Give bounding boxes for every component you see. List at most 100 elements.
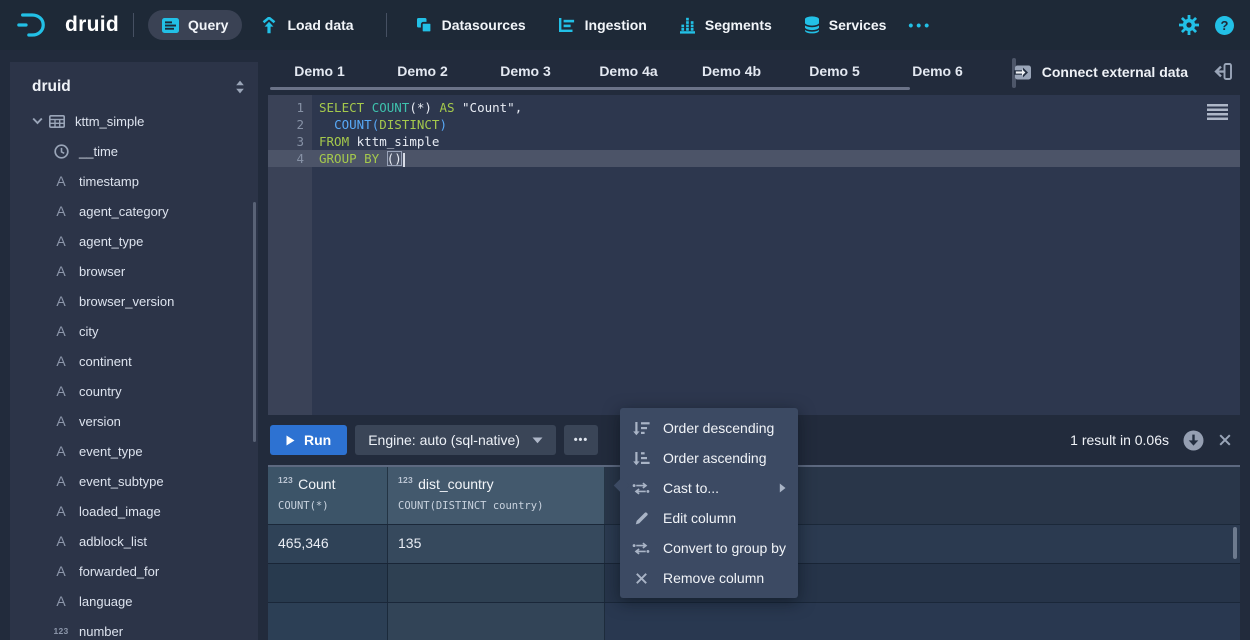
sort-icon[interactable] — [235, 80, 245, 94]
run-label: Run — [304, 432, 331, 448]
tab-scrollbar[interactable] — [270, 87, 910, 90]
tab-demo-6[interactable]: Demo 6 — [886, 56, 989, 88]
nav-item-segments[interactable]: Segments — [665, 10, 786, 41]
tab-demo-4b[interactable]: Demo 4b — [680, 56, 783, 88]
cast-icon — [632, 482, 650, 495]
sidebar-scrollbar[interactable] — [253, 202, 256, 442]
menu-item-order-ascending[interactable]: Order ascending — [620, 443, 798, 473]
column-name: continent — [79, 354, 132, 369]
menu-item-remove-column[interactable]: Remove column — [620, 563, 798, 593]
sidebar-item-number[interactable]: 123number — [10, 616, 258, 640]
nav-item-label: Load data — [287, 17, 353, 33]
nav-item-ingestion[interactable]: Ingestion — [544, 10, 661, 40]
sidebar-item-language[interactable]: Alanguage — [10, 586, 258, 616]
sidebar-item-adblock-list[interactable]: Aadblock_list — [10, 526, 258, 556]
nav-more-button[interactable]: ••• — [908, 17, 932, 33]
sidebar-item-browser-version[interactable]: Abrowser_version — [10, 286, 258, 316]
column-name: language — [79, 594, 133, 609]
menu-item-order-descending[interactable]: Order descending — [620, 413, 798, 443]
sidebar-item-browser[interactable]: Abrowser — [10, 256, 258, 286]
column-header-title: 123Count — [278, 475, 377, 494]
string-column-icon: A — [52, 323, 70, 339]
code-line: GROUP BY () — [312, 150, 405, 167]
menu-item-edit-column[interactable]: Edit column — [620, 503, 798, 533]
gear-icon[interactable] — [1179, 15, 1199, 35]
column-name: number — [79, 624, 123, 639]
string-column-icon: A — [52, 293, 70, 309]
result-cell[interactable]: 465,346 — [268, 525, 388, 563]
editor-menu-icon[interactable] — [1207, 104, 1228, 120]
console-icon — [162, 18, 179, 33]
menu-item-label: Convert to group by — [663, 540, 786, 556]
menu-item-label: Order descending — [663, 420, 774, 436]
sidebar-item-time[interactable]: __time — [10, 136, 258, 166]
string-column-icon: A — [52, 383, 70, 399]
tab-demo-5[interactable]: Demo 5 — [783, 56, 886, 88]
sidebar-item-forwarded-for[interactable]: Aforwarded_for — [10, 556, 258, 586]
open-panel-icon[interactable] — [1213, 63, 1232, 80]
nav-item-services[interactable]: Services — [790, 9, 901, 41]
nav-item-label: Segments — [705, 17, 772, 33]
close-results-icon[interactable] — [1218, 433, 1232, 447]
column-expression: COUNT(DISTINCT country) — [398, 500, 594, 512]
download-icon[interactable] — [1183, 430, 1204, 451]
string-column-icon: A — [52, 473, 70, 489]
column-name: browser — [79, 264, 125, 279]
editor-line-4: 4GROUP BY () — [268, 150, 1240, 167]
sidebar-item-event-type[interactable]: Aevent_type — [10, 436, 258, 466]
druid-brand[interactable]: druid — [16, 10, 119, 40]
sidebar-item-event-subtype[interactable]: Aevent_subtype — [10, 466, 258, 496]
column-context-menu: Order descending Order ascending Cast to..… — [620, 408, 798, 598]
sidebar-item-kttm-simple[interactable]: kttm_simple — [10, 106, 258, 136]
code-line: FROM kttm_simple — [312, 133, 439, 150]
sidebar-item-city[interactable]: Acity — [10, 316, 258, 346]
line-number: 1 — [268, 99, 312, 116]
time-column-icon — [52, 144, 70, 159]
results-scrollbar[interactable] — [1233, 527, 1237, 559]
connect-external-label: Connect external data — [1042, 64, 1188, 80]
query-more-button[interactable]: ••• — [564, 425, 598, 455]
remove-icon — [632, 572, 650, 585]
sidebar-item-version[interactable]: Aversion — [10, 406, 258, 436]
column-header-dist-country[interactable]: 123dist_country COUNT(DISTINCT country) — [388, 467, 605, 524]
menu-item-convert-to-group-by[interactable]: Convert to group by — [620, 533, 798, 563]
sidebar-item-agent-type[interactable]: Aagent_type — [10, 226, 258, 256]
engine-select-button[interactable]: Engine: auto (sql-native) — [355, 425, 556, 455]
tab-demo-2[interactable]: Demo 2 — [371, 56, 474, 88]
upload-icon — [260, 17, 278, 34]
nav-item-load-data[interactable]: Load data — [246, 10, 367, 41]
tab-demo-1[interactable]: Demo 1 — [268, 56, 371, 88]
column-header-title: 123dist_country — [398, 475, 594, 494]
sidebar-item-timestamp[interactable]: Atimestamp — [10, 166, 258, 196]
help-icon[interactable]: ? — [1215, 16, 1234, 35]
menu-item-label: Remove column — [663, 570, 764, 586]
run-status-area: 1 result in 0.06s — [1070, 430, 1240, 451]
brand-text: druid — [65, 13, 119, 37]
menu-item-cast-to[interactable]: Cast to... — [620, 473, 798, 503]
connect-external-data-button[interactable]: Connect external data — [1008, 57, 1194, 87]
sidebar-item-agent-category[interactable]: Aagent_category — [10, 196, 258, 226]
tab-demo-3[interactable]: Demo 3 — [474, 56, 577, 88]
nav-item-datasources[interactable]: Datasources — [401, 9, 540, 41]
play-icon — [286, 435, 295, 446]
sidebar-item-loaded-image[interactable]: Aloaded_image — [10, 496, 258, 526]
run-button[interactable]: Run — [270, 425, 347, 455]
tab-demo-4a[interactable]: Demo 4a — [577, 56, 680, 88]
result-cell[interactable]: 135 — [388, 525, 605, 563]
column-name: event_subtype — [79, 474, 164, 489]
sidebar-item-country[interactable]: Acountry — [10, 376, 258, 406]
sql-editor[interactable]: 1SELECT COUNT(*) AS "Count",2 COUNT(DIST… — [268, 95, 1240, 415]
result-status-text: 1 result in 0.06s — [1070, 432, 1169, 448]
sidebar-item-continent[interactable]: Acontinent — [10, 346, 258, 376]
druid-console: druid Query Load data DatasourcesIngestion… — [0, 0, 1250, 640]
string-column-icon: A — [52, 263, 70, 279]
menu-item-label: Order ascending — [663, 450, 767, 466]
segments-icon — [679, 17, 696, 34]
nav-item-query[interactable]: Query — [148, 10, 242, 40]
query-tab-strip: Demo 1Demo 2Demo 3Demo 4aDemo 4bDemo 5De… — [268, 56, 1240, 90]
editor-line-2: 2 COUNT(DISTINCT) — [268, 116, 1240, 133]
nav-item-label: Query — [188, 17, 228, 33]
column-header-count[interactable]: 123CountCOUNT(*) — [268, 467, 388, 524]
nav-item-label: Services — [829, 17, 887, 33]
column-name-label: dist_country — [418, 476, 493, 492]
